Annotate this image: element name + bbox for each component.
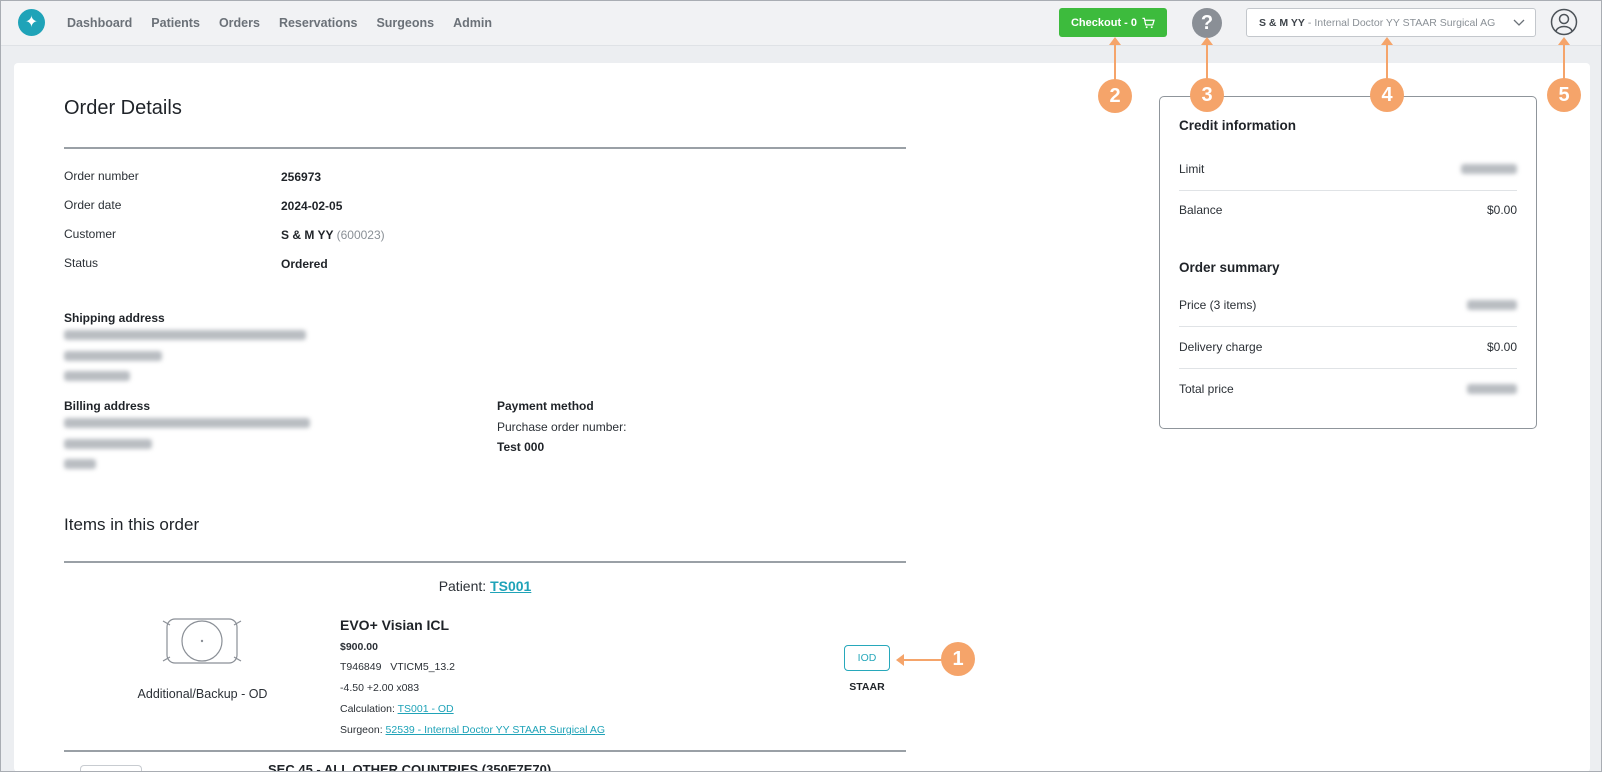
callout-arrow <box>1381 37 1393 81</box>
delivery-label: Delivery charge <box>1179 340 1263 354</box>
items-section-title: Items in this order <box>64 515 200 534</box>
nav-admin[interactable]: Admin <box>453 16 492 30</box>
limit-value-redacted <box>1461 162 1517 176</box>
billing-address-redacted <box>64 459 96 469</box>
balance-label: Balance <box>1179 203 1223 217</box>
callout-badge-5: 5 <box>1547 78 1581 112</box>
callout-badge-4: 4 <box>1370 78 1404 112</box>
total-value-redacted <box>1467 382 1517 396</box>
customer-label: Customer <box>64 227 117 241</box>
billing-address-label: Billing address <box>64 399 151 413</box>
page-title: Order Details <box>64 97 182 119</box>
nav-orders[interactable]: Orders <box>219 16 260 30</box>
lens-caption: Additional/Backup - OD <box>137 687 268 701</box>
user-profile-icon[interactable] <box>1550 8 1578 36</box>
credit-information-title: Credit information <box>1179 118 1296 133</box>
balance-value: $0.00 <box>1486 203 1517 217</box>
billing-address-redacted <box>64 418 310 428</box>
price-value-redacted <box>1467 298 1517 312</box>
surgeon-link[interactable]: 52539 - Internal Doctor YY STAAR Surgica… <box>386 724 605 736</box>
billing-address-redacted <box>64 439 152 449</box>
calculation-line: Calculation: TS001 - OD <box>340 703 454 715</box>
divider <box>1179 368 1517 369</box>
order-summary-title: Order summary <box>1179 260 1280 275</box>
surgeon-label: Surgeon: <box>340 724 383 736</box>
customer-name: S & M YY <box>281 228 334 242</box>
callout-arrow <box>1558 37 1570 81</box>
product-price: $900.00 <box>340 641 378 653</box>
checkout-label: Checkout - 0 <box>1070 16 1137 29</box>
callout-badge-3: 3 <box>1190 78 1224 112</box>
divider <box>1179 190 1517 191</box>
callout-badge-2: 2 <box>1098 79 1132 113</box>
account-detail: - Internal Doctor YY STAAR Surgical AG <box>1307 16 1496 29</box>
next-item-thumbnail <box>80 765 142 772</box>
lens-image-icon <box>162 618 242 664</box>
patient-link[interactable]: TS001 <box>490 578 531 594</box>
customer-value: S & M YY (600023) <box>281 228 385 242</box>
divider <box>64 750 906 752</box>
balance-row: Balance $0.00 <box>1179 203 1517 217</box>
patient-line: Patient: TS001 <box>0 578 970 594</box>
surgeon-line: Surgeon: 52539 - Internal Doctor YY STAA… <box>340 724 605 736</box>
product-name: EVO+ Visian ICL <box>340 617 450 633</box>
po-number-label: Purchase order number: <box>497 420 627 434</box>
top-navigation-bar: ✦ Dashboard Patients Orders Reservations… <box>0 0 1602 46</box>
nav-dashboard[interactable]: Dashboard <box>67 16 132 30</box>
po-number-value: Test 000 <box>497 440 545 454</box>
nav-reservations[interactable]: Reservations <box>279 16 358 30</box>
product-code: T946849 VTICM5_13.2 <box>340 661 455 673</box>
price-row: Price (3 items) <box>1179 298 1517 312</box>
order-date-label: Order date <box>64 198 122 212</box>
order-date-value: 2024-02-05 <box>281 199 343 213</box>
nav-surgeons[interactable]: Surgeons <box>376 16 434 30</box>
delivery-row: Delivery charge $0.00 <box>1179 340 1517 354</box>
callout-arrow <box>1109 37 1121 81</box>
shipping-address-redacted <box>64 351 162 361</box>
order-number-label: Order number <box>64 169 139 183</box>
divider <box>64 147 906 149</box>
checkout-button[interactable]: Checkout - 0 <box>1059 8 1167 37</box>
shipping-address-redacted <box>64 371 130 381</box>
divider <box>1179 326 1517 327</box>
callout-arrow <box>896 654 944 666</box>
next-item-title: SEC 45 - ALL OTHER COUNTRIES (350E7E70) <box>268 762 552 772</box>
limit-label: Limit <box>1179 162 1205 176</box>
main-nav: Dashboard Patients Orders Reservations S… <box>67 0 511 46</box>
customer-number: (600023) <box>336 228 385 242</box>
status-label: Status <box>64 256 99 270</box>
product-power: -4.50 +2.00 x083 <box>340 682 420 694</box>
callout-arrow <box>1201 37 1213 81</box>
nav-patients[interactable]: Patients <box>151 16 200 30</box>
order-number-value: 256973 <box>281 170 322 184</box>
help-icon[interactable]: ? <box>1192 8 1222 38</box>
iod-tag[interactable]: IOD <box>844 645 890 671</box>
divider <box>64 561 906 563</box>
account-name: S & M YY <box>1259 16 1305 29</box>
shipping-address-redacted <box>64 330 306 340</box>
calculation-label: Calculation: <box>340 703 395 715</box>
delivery-value: $0.00 <box>1486 340 1517 354</box>
app-logo-icon[interactable]: ✦ <box>18 9 45 36</box>
shipping-address-label: Shipping address <box>64 311 165 325</box>
callout-badge-1: 1 <box>941 642 975 676</box>
price-label: Price (3 items) <box>1179 298 1257 312</box>
status-value: Ordered <box>281 257 328 271</box>
total-label: Total price <box>1179 382 1234 396</box>
brand-label: STAAR <box>849 681 885 693</box>
payment-method-label: Payment method <box>497 399 594 413</box>
cart-icon <box>1142 17 1155 28</box>
account-select[interactable]: S & M YY - Internal Doctor YY STAAR Surg… <box>1246 8 1536 37</box>
patient-prefix: Patient: <box>438 578 487 594</box>
limit-row: Limit <box>1179 162 1517 176</box>
chevron-down-icon <box>1513 19 1525 26</box>
total-row: Total price <box>1179 382 1517 396</box>
calculation-link[interactable]: TS001 - OD <box>398 703 454 715</box>
